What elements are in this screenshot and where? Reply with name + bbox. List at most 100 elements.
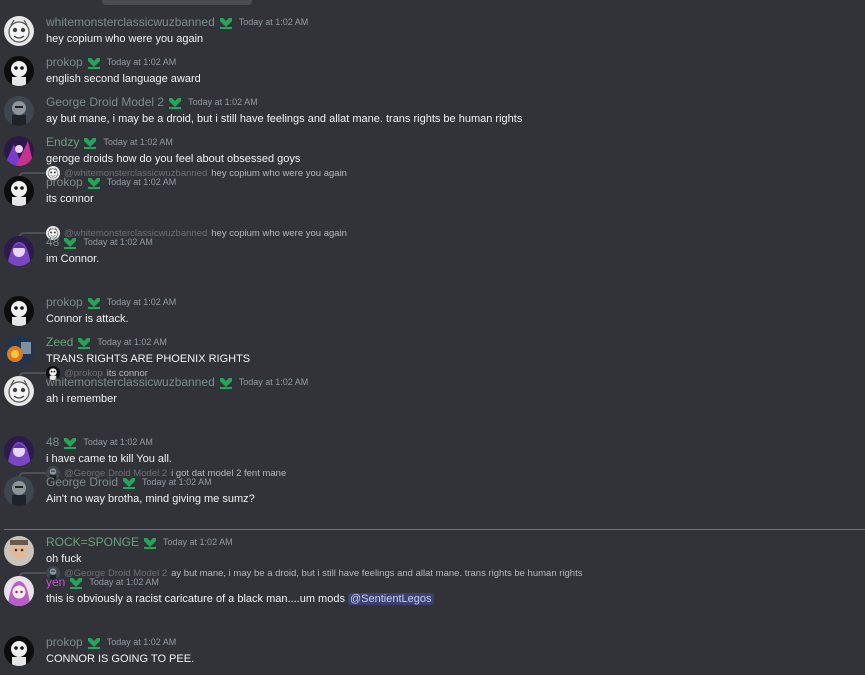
- message-header: 48 Today at 1:02 AM: [46, 234, 153, 250]
- author-name[interactable]: prokop: [46, 295, 83, 309]
- message-header: whitemonsterclassicwuzbanned Today at 1:0…: [46, 14, 308, 30]
- avatar[interactable]: [4, 296, 34, 326]
- message-content: geroge droids how do you feel about obse…: [46, 153, 300, 165]
- message-header: yen Today at 1:02 AM: [46, 574, 159, 590]
- message-text: english second language award: [46, 73, 201, 85]
- reply-text[interactable]: hey copium who were you again: [211, 228, 347, 239]
- message-text: Connor is attack.: [46, 313, 129, 325]
- avatar[interactable]: [4, 476, 34, 506]
- message-header: Endzy Today at 1:02 AM: [46, 134, 173, 150]
- message-header: Zeed Today at 1:02 AM: [46, 334, 167, 350]
- timestamp[interactable]: Today at 1:02 AM: [107, 177, 177, 187]
- avatar[interactable]: [4, 376, 34, 406]
- author-name[interactable]: prokop: [46, 55, 83, 69]
- avatar[interactable]: [4, 436, 34, 466]
- message-content: i have came to kill You all.: [46, 453, 172, 465]
- author-name[interactable]: George Droid: [46, 475, 118, 489]
- author-name[interactable]: ROCK=SPONGE: [46, 535, 139, 549]
- message-content: this is obviously a racist caricature of…: [46, 593, 434, 605]
- avatar[interactable]: [4, 576, 34, 606]
- message-content: ah i remember: [46, 393, 117, 405]
- message-header: ROCK=SPONGE Today at 1:02 AM: [46, 534, 233, 550]
- role-badge-icon[interactable]: [122, 476, 136, 489]
- author-name[interactable]: George Droid Model 2: [46, 95, 164, 109]
- timestamp[interactable]: Today at 1:02 AM: [107, 57, 177, 67]
- message-text: Ain't no way brotha, mind giving me sumz…: [46, 493, 255, 505]
- timestamp[interactable]: Today at 1:02 AM: [188, 97, 258, 107]
- role-badge-icon[interactable]: [69, 576, 83, 589]
- avatar[interactable]: [4, 16, 34, 46]
- avatar[interactable]: [4, 636, 34, 666]
- timestamp[interactable]: Today at 1:02 AM: [163, 537, 233, 547]
- timestamp[interactable]: Today at 1:02 AM: [107, 297, 177, 307]
- message-text: this is obviously a racist caricature of…: [46, 593, 349, 605]
- role-badge-icon[interactable]: [87, 296, 101, 309]
- author-name[interactable]: Endzy: [46, 135, 79, 149]
- author-name[interactable]: whitemonsterclassicwuzbanned: [46, 15, 215, 29]
- message-content: CONNOR IS GOING TO PEE.: [46, 653, 194, 665]
- role-badge-icon[interactable]: [87, 636, 101, 649]
- message-text: ah i remember: [46, 393, 117, 405]
- role-badge-icon[interactable]: [63, 436, 77, 449]
- reply-text[interactable]: hey copium who were you again: [211, 168, 347, 179]
- message-header: prokop Today at 1:02 AM: [46, 294, 176, 310]
- message-content: its connor: [46, 193, 94, 205]
- message-header: whitemonsterclassicwuzbanned Today at 1:0…: [46, 374, 308, 390]
- message-header: George Droid Model 2 Today at 1:02 AM: [46, 94, 258, 110]
- role-badge-icon[interactable]: [87, 176, 101, 189]
- message-content: Connor is attack.: [46, 313, 129, 325]
- timestamp[interactable]: Today at 1:02 AM: [97, 337, 167, 347]
- message-header: George Droid Today at 1:02 AM: [46, 474, 212, 490]
- timestamp[interactable]: Today at 1:02 AM: [239, 377, 309, 387]
- author-name[interactable]: 48: [46, 235, 59, 249]
- message-content: im Connor.: [46, 253, 99, 265]
- message-content: oh fuck: [46, 553, 81, 565]
- message-content: ay but mane, i may be a droid, but i sti…: [46, 113, 522, 125]
- message-header: prokop Today at 1:02 AM: [46, 634, 176, 650]
- author-name[interactable]: Zeed: [46, 335, 73, 349]
- new-messages-divider: [4, 529, 865, 530]
- author-name[interactable]: 48: [46, 435, 59, 449]
- timestamp[interactable]: Today at 1:02 AM: [142, 477, 212, 487]
- timestamp[interactable]: Today at 1:02 AM: [89, 577, 159, 587]
- avatar[interactable]: [4, 96, 34, 126]
- user-mention[interactable]: @SentientLegos: [348, 593, 434, 605]
- reply-text[interactable]: ay but mane, i may be a droid, but i sti…: [171, 568, 582, 579]
- message-content: TRANS RIGHTS ARE PHOENIX RIGHTS: [46, 353, 250, 365]
- timestamp[interactable]: Today at 1:02 AM: [83, 437, 153, 447]
- role-badge-icon[interactable]: [143, 536, 157, 549]
- avatar[interactable]: [4, 56, 34, 86]
- role-badge-icon[interactable]: [168, 96, 182, 109]
- author-name[interactable]: prokop: [46, 635, 83, 649]
- message-text: TRANS RIGHTS ARE PHOENIX RIGHTS: [46, 353, 251, 365]
- previous-attachment-image[interactable]: [102, 0, 252, 5]
- message-content: Ain't no way brotha, mind giving me sumz…: [46, 493, 255, 505]
- role-badge-icon[interactable]: [219, 376, 233, 389]
- avatar[interactable]: [4, 336, 34, 366]
- message-text: im Connor.: [46, 253, 100, 265]
- role-badge-icon[interactable]: [87, 56, 101, 69]
- avatar[interactable]: [4, 176, 34, 206]
- avatar[interactable]: [4, 136, 34, 166]
- author-name[interactable]: prokop: [46, 175, 83, 189]
- message-text: geroge droids how do you feel about obse…: [46, 153, 301, 165]
- message-header: prokop Today at 1:02 AM: [46, 174, 176, 190]
- chat-message-list: whitemonsterclassicwuzbanned Today at 1:0…: [0, 0, 865, 675]
- message-text: oh fuck: [46, 553, 82, 565]
- author-name[interactable]: whitemonsterclassicwuzbanned: [46, 375, 215, 389]
- timestamp[interactable]: Today at 1:02 AM: [103, 137, 173, 147]
- avatar[interactable]: [4, 536, 34, 566]
- role-badge-icon[interactable]: [77, 336, 91, 349]
- message-header: prokop Today at 1:02 AM: [46, 54, 176, 70]
- message-text: i have came to kill You all.: [46, 453, 172, 465]
- role-badge-icon[interactable]: [63, 236, 77, 249]
- role-badge-icon[interactable]: [219, 16, 233, 29]
- message-header: 48 Today at 1:02 AM: [46, 434, 153, 450]
- timestamp[interactable]: Today at 1:02 AM: [83, 237, 153, 247]
- author-name[interactable]: yen: [46, 575, 65, 589]
- role-badge-icon[interactable]: [83, 136, 97, 149]
- timestamp[interactable]: Today at 1:02 AM: [107, 637, 177, 647]
- timestamp[interactable]: Today at 1:02 AM: [239, 17, 309, 27]
- avatar[interactable]: [4, 236, 34, 266]
- message-content: english second language award: [46, 73, 201, 85]
